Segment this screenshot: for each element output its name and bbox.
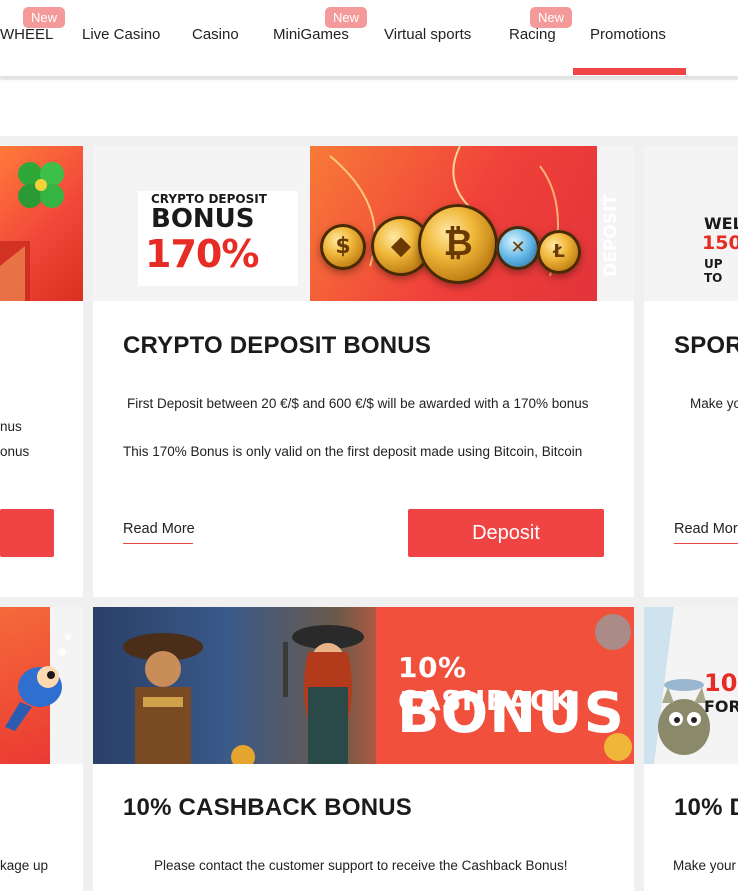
card-description: Make yo	[690, 396, 738, 411]
clover-icon	[0, 162, 64, 301]
active-tab-indicator	[573, 68, 686, 75]
promo-card-left-top: nus onus	[0, 146, 83, 597]
new-badge-minigames: New	[325, 7, 368, 28]
promo-card-right-top: WEL 150 UP TO SPOR Make yo Read More	[644, 146, 738, 597]
promo-card-cashback: 10% CASHBACK BONUS 10% CASHBACK BONUS Pl…	[93, 607, 634, 891]
banner-label: WEL	[704, 214, 738, 233]
coin-icon: $	[320, 224, 366, 270]
banner-side-label: DEPOSIT	[601, 194, 621, 277]
promo-banner-image: 10 FOR	[644, 607, 738, 764]
promo-card-crypto-deposit: CRYPTO DEPOSIT BONUS 170% $ ◆ ₿ ✕ Ł DEPO…	[93, 146, 634, 597]
nav-item-casino[interactable]: Casino	[192, 26, 239, 43]
card-description: kage up	[0, 858, 49, 873]
deposit-button[interactable]	[0, 509, 54, 557]
card-title: 10% D	[674, 794, 738, 821]
promo-card-right-bottom: 10 FOR 10% D Make your	[644, 607, 738, 891]
read-more-link[interactable]: Read More	[674, 521, 738, 544]
banner-label: 10	[704, 669, 738, 697]
header-band	[0, 80, 738, 136]
card-description: Make your	[673, 858, 737, 873]
nav-item-promotions[interactable]: Promotions	[590, 26, 666, 43]
top-navigation: New New New WHEEL Live Casino Casino Min…	[0, 0, 738, 76]
card-title: SPOR	[674, 332, 738, 359]
new-badge-wheel: New	[23, 7, 66, 28]
nav-item-racing[interactable]: Racing	[509, 26, 556, 43]
card-text-line: onus	[0, 444, 30, 459]
diver-character-icon	[5, 634, 71, 731]
crypto-banner-image: CRYPTO DEPOSIT BONUS 170% $ ◆ ₿ ✕ Ł DEPO…	[93, 146, 634, 301]
banner-percent-label: 170%	[145, 232, 259, 276]
card-description: This 170% Bonus is only valid on the fir…	[123, 444, 583, 459]
litecoin-coin-icon: Ł	[537, 230, 581, 274]
promo-banner-image: WEL 150 UP TO	[644, 146, 738, 301]
promo-card-left-bottom: kage up	[0, 607, 83, 891]
ripple-coin-icon: ✕	[496, 226, 540, 270]
new-badge-racing: New	[530, 7, 573, 28]
promo-banner-image	[0, 146, 83, 301]
cashback-banner-image: 10% CASHBACK BONUS	[93, 607, 634, 764]
card-title: CRYPTO DEPOSIT BONUS	[123, 332, 432, 359]
card-title: 10% CASHBACK BONUS	[123, 794, 412, 821]
nav-item-minigames[interactable]: MiniGames	[273, 26, 349, 43]
deposit-button[interactable]: Deposit	[408, 509, 604, 557]
banner-label: UP TO	[704, 257, 723, 285]
banner-label: 150	[702, 232, 738, 254]
nav-item-virtual-sports[interactable]: Virtual sports	[384, 26, 471, 43]
bitcoin-coin-icon: ₿	[418, 204, 498, 284]
nav-item-live-casino[interactable]: Live Casino	[82, 26, 160, 43]
nav-item-wheel[interactable]: WHEEL	[0, 26, 53, 43]
banner-bonus-label: BONUS	[151, 204, 255, 234]
banner-bonus-label: BONUS	[397, 681, 625, 746]
banner-label: FOR	[704, 697, 738, 716]
card-text-line: nus	[0, 419, 22, 434]
promo-banner-image	[0, 607, 83, 764]
card-description: First Deposit between 20 €/$ and 600 €/$…	[127, 396, 589, 411]
read-more-link[interactable]: Read More	[123, 521, 195, 544]
card-description: Please contact the customer support to r…	[154, 858, 568, 873]
